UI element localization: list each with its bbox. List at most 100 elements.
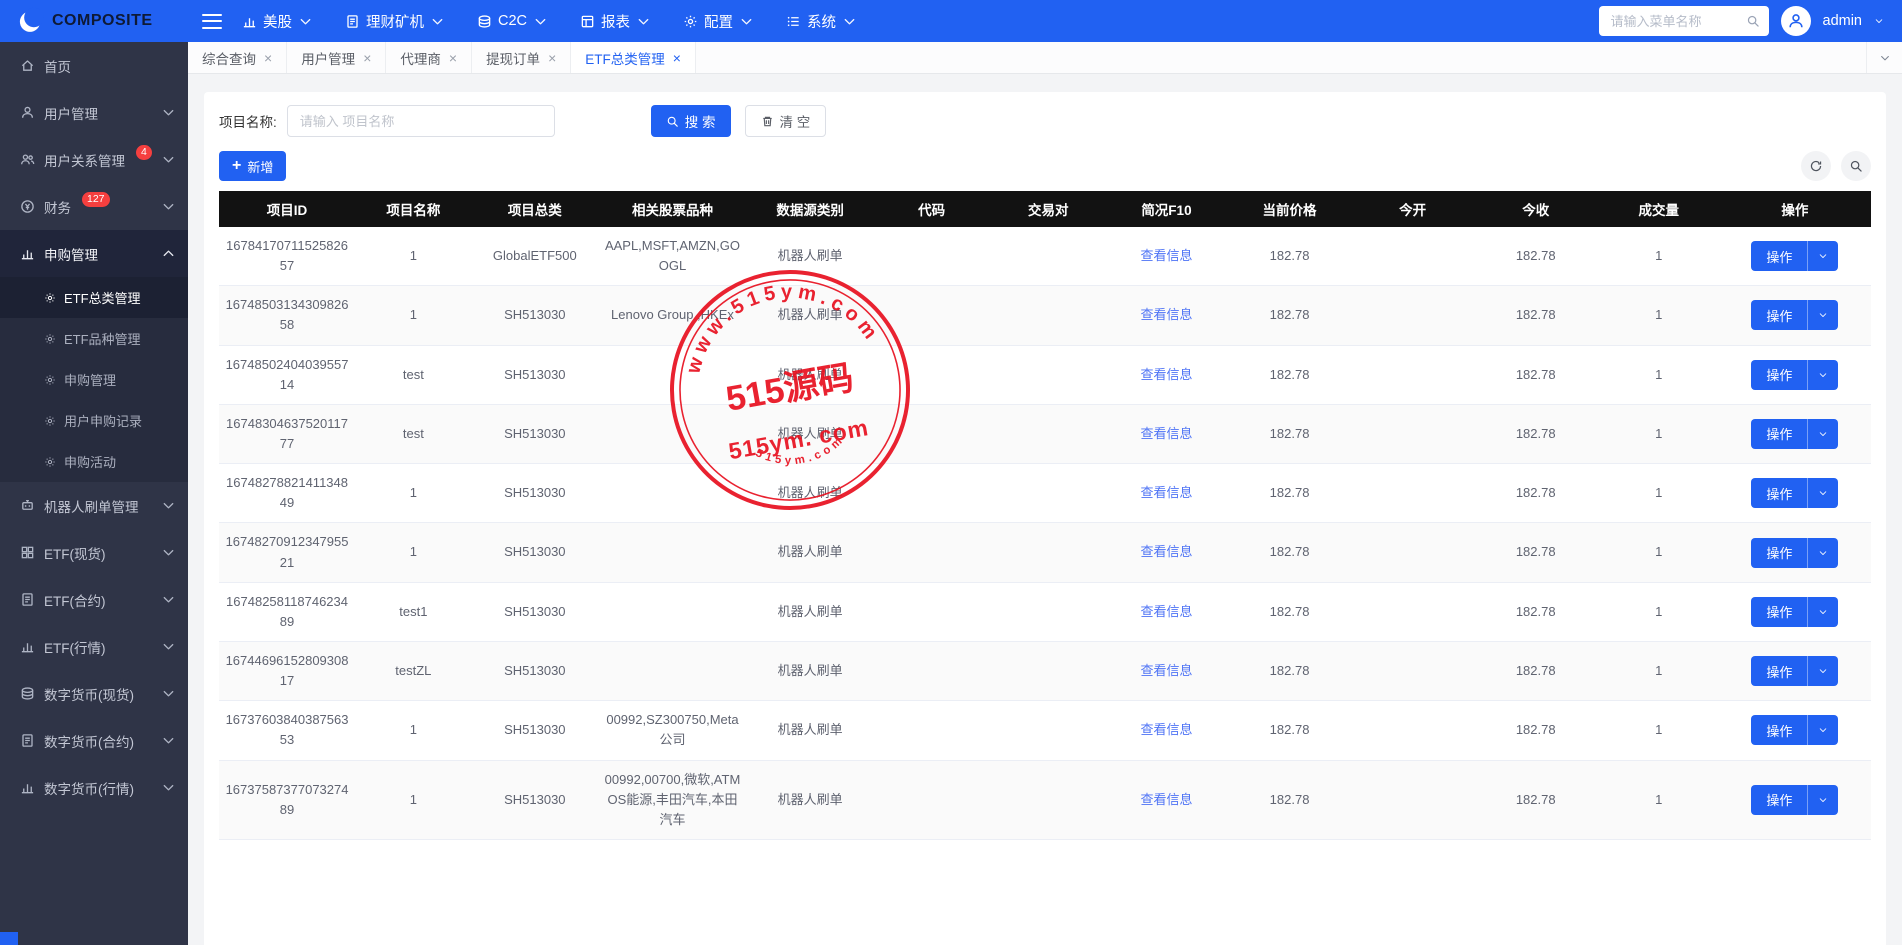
sidebar-subitem-etf-variety-management[interactable]: ETF品种管理 bbox=[0, 318, 188, 359]
project-name-input[interactable] bbox=[287, 105, 555, 137]
finance-icon bbox=[20, 199, 35, 214]
view-info-link[interactable]: 查看信息 bbox=[1140, 792, 1192, 807]
cell-open bbox=[1353, 464, 1473, 523]
row-action-button[interactable]: 操作 bbox=[1751, 715, 1838, 745]
sidebar-item-etf-spot[interactable]: ETF(现货) bbox=[0, 529, 188, 576]
sidebar-item-user-management[interactable]: 用户管理 bbox=[0, 89, 188, 136]
tab-comprehensive-query[interactable]: 综合查询× bbox=[188, 42, 287, 73]
table-row: 16748503134309826581SH513030Lenovo Group… bbox=[219, 286, 1871, 345]
sidebar-item-home[interactable]: 首页 bbox=[0, 42, 188, 89]
sidebar-collapse-button[interactable] bbox=[0, 932, 18, 945]
logo[interactable]: COMPOSITE bbox=[0, 0, 188, 42]
menu-collapse-icon[interactable] bbox=[202, 14, 222, 29]
nav-menu-item-system[interactable]: 系统 bbox=[786, 11, 857, 32]
view-info-link[interactable]: 查看信息 bbox=[1140, 248, 1192, 263]
chevron-down-icon bbox=[1818, 666, 1828, 676]
view-info-link[interactable]: 查看信息 bbox=[1140, 485, 1192, 500]
cell-close: 182.78 bbox=[1473, 641, 1599, 700]
cell-project-name: 1 bbox=[355, 701, 472, 760]
chevron-down-icon bbox=[1818, 310, 1828, 320]
sidebar-subitem-subscription-activity[interactable]: 申购活动 bbox=[0, 441, 188, 482]
sidebar-item-etf-market[interactable]: ETF(行情) bbox=[0, 623, 188, 670]
tab-close-icon[interactable]: × bbox=[673, 51, 681, 65]
tab-user-management[interactable]: 用户管理 × bbox=[287, 42, 386, 73]
menu-search-input[interactable] bbox=[1599, 6, 1769, 36]
tab-overflow-button[interactable] bbox=[1866, 42, 1902, 73]
cell-project-name: 1 bbox=[355, 760, 472, 839]
cell-project-name: 1 bbox=[355, 286, 472, 345]
cell-volume: 1 bbox=[1599, 760, 1719, 839]
cell-open bbox=[1353, 227, 1473, 286]
row-action-button[interactable]: 操作 bbox=[1751, 538, 1838, 568]
notification-badge: 4 bbox=[136, 145, 152, 160]
sidebar-item-finance[interactable]: 财务127 bbox=[0, 183, 188, 230]
tab-close-icon[interactable]: × bbox=[264, 51, 272, 65]
content-card: 项目名称: 搜 索 清 空 + 新增 bbox=[204, 92, 1886, 945]
sidebar-item-subscription-management[interactable]: 申购管理 bbox=[0, 230, 188, 277]
nav-menu-item-us-stocks[interactable]: 美股 bbox=[242, 11, 313, 32]
cell-volume: 1 bbox=[1599, 523, 1719, 582]
search-button[interactable]: 搜 索 bbox=[651, 105, 731, 137]
view-info-link[interactable]: 查看信息 bbox=[1140, 426, 1192, 441]
tab-close-icon[interactable]: × bbox=[449, 51, 457, 65]
tab-close-icon[interactable]: × bbox=[548, 51, 556, 65]
sidebar-item-crypto-spot[interactable]: 数字货币(现货) bbox=[0, 670, 188, 717]
nav-menu-item-config[interactable]: 配置 bbox=[683, 11, 754, 32]
column-header: 代码 bbox=[873, 191, 990, 227]
cell-open bbox=[1353, 286, 1473, 345]
view-info-link[interactable]: 查看信息 bbox=[1140, 722, 1192, 737]
user-menu-chevron-icon[interactable] bbox=[1874, 16, 1884, 26]
sidebar-subitem-user-subscription-records[interactable]: 用户申购记录 bbox=[0, 400, 188, 441]
table-row: 1674850240403955714testSH513030机器人刷单查看信息… bbox=[219, 345, 1871, 404]
row-action-button[interactable]: 操作 bbox=[1751, 300, 1838, 330]
view-info-link[interactable]: 查看信息 bbox=[1140, 663, 1192, 678]
tab-label: 用户管理 bbox=[301, 48, 355, 68]
row-action-button[interactable]: 操作 bbox=[1751, 478, 1838, 508]
column-header: 相关股票品种 bbox=[598, 191, 747, 227]
sidebar-item-etf-contract[interactable]: ETF(合约) bbox=[0, 576, 188, 623]
sidebar-item-robot-order-management[interactable]: 机器人刷单管理 bbox=[0, 482, 188, 529]
sidebar-subitem-etf-category-management[interactable]: ETF总类管理 bbox=[0, 277, 188, 318]
tab-close-icon[interactable]: × bbox=[363, 51, 371, 65]
clear-button[interactable]: 清 空 bbox=[745, 105, 827, 137]
cell-actions: 操作 bbox=[1719, 760, 1871, 839]
refresh-button[interactable] bbox=[1801, 151, 1831, 181]
row-action-button[interactable]: 操作 bbox=[1751, 785, 1838, 815]
view-info-link[interactable]: 查看信息 bbox=[1140, 604, 1192, 619]
sidebar-subitem-subscription-manage[interactable]: 申购管理 bbox=[0, 359, 188, 400]
view-info-link[interactable]: 查看信息 bbox=[1140, 307, 1192, 322]
cell-trade-pair bbox=[990, 345, 1107, 404]
cell-data-source: 机器人刷单 bbox=[747, 701, 873, 760]
cell-f10: 查看信息 bbox=[1107, 464, 1227, 523]
search-icon[interactable] bbox=[1746, 14, 1760, 28]
sidebar-item-crypto-contract[interactable]: 数字货币(合约) bbox=[0, 717, 188, 764]
nav-menu-item-wealth-mining[interactable]: 理财矿机 bbox=[345, 11, 445, 32]
chart-icon bbox=[20, 780, 35, 795]
cell-stocks bbox=[598, 523, 747, 582]
row-action-button[interactable]: 操作 bbox=[1751, 597, 1838, 627]
view-info-link[interactable]: 查看信息 bbox=[1140, 544, 1192, 559]
nav-menu-item-reports[interactable]: 报表 bbox=[580, 11, 651, 32]
sidebar-item-crypto-market[interactable]: 数字货币(行情) bbox=[0, 764, 188, 811]
nav-menu-item-c2c[interactable]: C2C bbox=[477, 13, 548, 29]
add-button[interactable]: + 新增 bbox=[219, 151, 286, 181]
column-header: 简况F10 bbox=[1107, 191, 1227, 227]
view-info-link[interactable]: 查看信息 bbox=[1140, 367, 1192, 382]
user-name[interactable]: admin bbox=[1823, 13, 1863, 29]
row-action-button[interactable]: 操作 bbox=[1751, 419, 1838, 449]
chevron-down-icon bbox=[161, 733, 176, 748]
row-action-button[interactable]: 操作 bbox=[1751, 656, 1838, 686]
toggle-search-button[interactable] bbox=[1841, 151, 1871, 181]
cell-f10: 查看信息 bbox=[1107, 227, 1227, 286]
tab-withdrawal-orders[interactable]: 提现订单× bbox=[472, 42, 571, 73]
sidebar-item-user-relation-management[interactable]: 用户关系管理4 bbox=[0, 136, 188, 183]
nav-menu-label: 报表 bbox=[601, 11, 630, 32]
cell-current-price: 182.78 bbox=[1226, 345, 1352, 404]
row-action-button[interactable]: 操作 bbox=[1751, 360, 1838, 390]
tab-etf-category-management[interactable]: ETF总类管理× bbox=[571, 42, 696, 73]
chart-icon bbox=[242, 14, 257, 29]
row-action-button[interactable]: 操作 bbox=[1751, 241, 1838, 271]
avatar[interactable] bbox=[1781, 6, 1811, 36]
tab-agents[interactable]: 代理商× bbox=[386, 42, 472, 73]
table-row: 1674830463752011777testSH513030机器人刷单查看信息… bbox=[219, 404, 1871, 463]
